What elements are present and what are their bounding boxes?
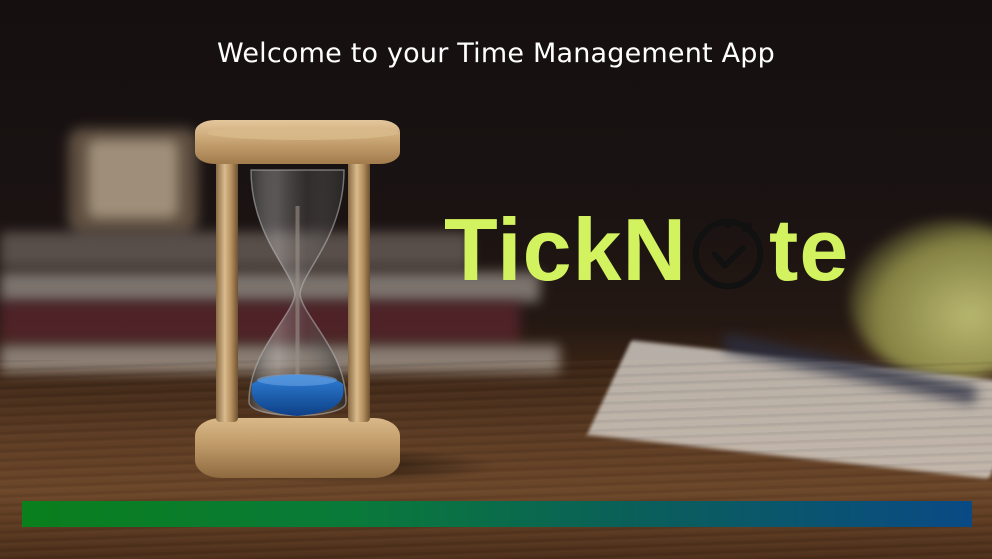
- hourglass-image: [190, 118, 500, 484]
- blurred-clock-face: [88, 140, 178, 218]
- hourglass-post: [348, 160, 370, 422]
- logo-text-start: TickN: [444, 200, 688, 299]
- loading-progress-bar: [22, 501, 972, 527]
- loading-progress-fill: [22, 501, 972, 527]
- welcome-heading: Welcome to your Time Management App: [217, 38, 775, 69]
- clock-check-icon: [692, 218, 764, 290]
- logo-text-end: te: [769, 200, 850, 299]
- hourglass-top-rim: [207, 126, 398, 140]
- ticknote-logo: TickN te: [444, 200, 849, 300]
- hourglass-post: [216, 160, 238, 422]
- blurred-lamp: [850, 220, 992, 380]
- hourglass-glass: [248, 169, 347, 417]
- hourglass-top: [195, 120, 400, 164]
